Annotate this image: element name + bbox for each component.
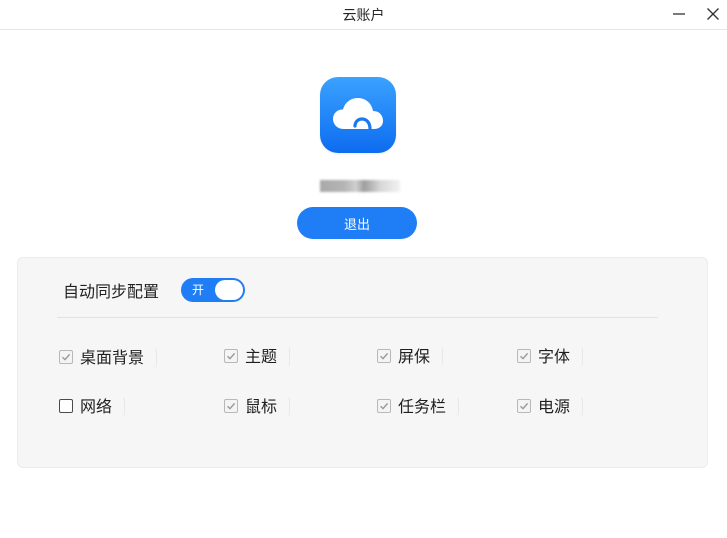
- option-taskbar[interactable]: 任务栏: [377, 395, 460, 417]
- title-bar: 云账户: [0, 0, 727, 30]
- checkbox[interactable]: [377, 399, 391, 413]
- auto-sync-label: 自动同步配置: [63, 282, 160, 301]
- cloud-icon: [333, 98, 383, 131]
- auto-sync-toggle[interactable]: 开: [181, 278, 245, 302]
- option-screensaver[interactable]: 屏保: [377, 345, 444, 367]
- option-network[interactable]: 网络: [59, 395, 126, 417]
- checkbox[interactable]: [224, 349, 238, 363]
- checkbox[interactable]: [517, 349, 531, 363]
- option-wallpaper[interactable]: 桌面背景: [59, 346, 158, 368]
- checkmark-icon: [227, 352, 236, 360]
- checkmark-icon: [62, 353, 71, 361]
- logout-button[interactable]: 退出: [297, 207, 417, 239]
- cloud-account-app-icon: [320, 77, 396, 153]
- account-name-mask: [320, 180, 400, 192]
- option-label: 屏保: [398, 345, 444, 367]
- checkbox[interactable]: [517, 399, 531, 413]
- option-label: 字体: [538, 345, 584, 367]
- checkbox[interactable]: [59, 399, 73, 413]
- minimize-icon: [673, 13, 685, 15]
- sync-settings-panel: 自动同步配置 开 桌面背景 主题 屏保 字体 网络 鼠标 任务栏 电源: [17, 257, 708, 468]
- checkmark-icon: [520, 402, 529, 410]
- checkmark-icon: [520, 352, 529, 360]
- checkmark-icon: [227, 402, 236, 410]
- option-theme[interactable]: 主题: [224, 345, 291, 367]
- option-label: 任务栏: [398, 395, 460, 417]
- divider: [57, 317, 658, 318]
- window-title: 云账户: [342, 8, 385, 24]
- checkbox[interactable]: [59, 350, 73, 364]
- option-label: 网络: [80, 395, 126, 417]
- close-button[interactable]: [699, 1, 727, 27]
- option-label: 主题: [245, 345, 291, 367]
- option-label: 电源: [538, 395, 584, 417]
- checkmark-icon: [380, 402, 389, 410]
- checkmark-icon: [380, 352, 389, 360]
- toggle-state-text: 开: [192, 283, 205, 297]
- option-label: 桌面背景: [80, 346, 158, 368]
- option-label: 鼠标: [245, 395, 291, 417]
- option-mouse[interactable]: 鼠标: [224, 395, 291, 417]
- checkbox[interactable]: [224, 399, 238, 413]
- minimize-button[interactable]: [665, 1, 693, 27]
- toggle-knob: [215, 280, 243, 300]
- option-font[interactable]: 字体: [517, 345, 584, 367]
- option-power[interactable]: 电源: [517, 395, 584, 417]
- checkbox[interactable]: [377, 349, 391, 363]
- close-icon: [707, 8, 719, 20]
